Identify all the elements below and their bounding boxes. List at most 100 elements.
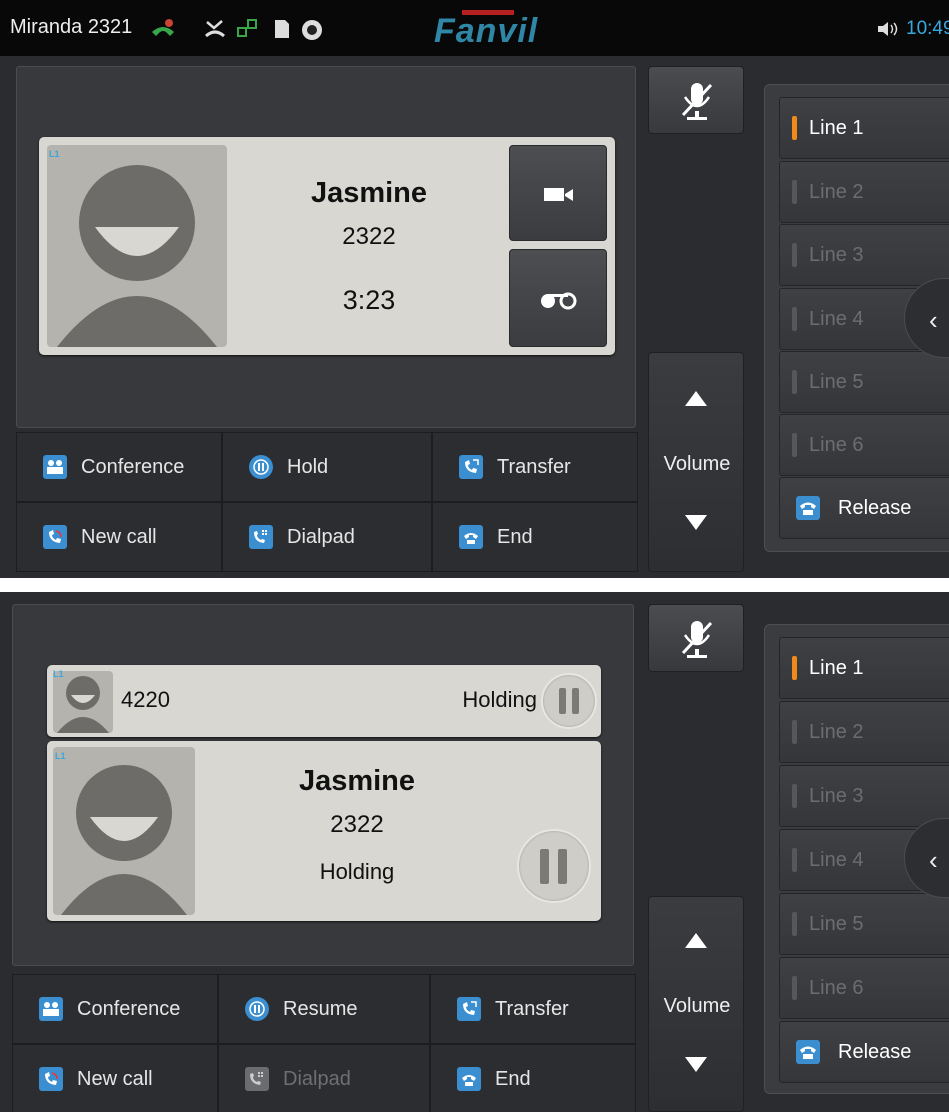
call-panel: L1 Jasmine 2322 3:23 [16, 66, 636, 428]
release-button[interactable]: Release [779, 477, 949, 539]
volume-up-button[interactable] [685, 933, 707, 948]
end-call-icon [457, 1067, 481, 1091]
caller-name: Jasmine [298, 765, 416, 797]
volume-label: Volume [663, 453, 731, 475]
line-indicator [792, 370, 797, 394]
line-2-key[interactable]: Line 2 [779, 161, 949, 223]
line-indicator [792, 307, 797, 331]
call-card[interactable]: L1 Jasmine 2322 3:23 [39, 137, 615, 355]
line-label: Line 1 [809, 116, 864, 139]
volume-down-button[interactable] [685, 515, 707, 530]
line-indicator [792, 180, 797, 204]
line-2-key[interactable]: Line 2 [779, 701, 949, 763]
new-call-button[interactable]: New call [12, 1044, 218, 1112]
hold-icon [249, 455, 273, 479]
line-6-key[interactable]: Line 6 [779, 414, 949, 476]
held-call-card[interactable]: L1 4220 Holding [47, 665, 601, 737]
microphone-muted-icon [681, 621, 713, 658]
line-label: Line 2 [809, 180, 864, 203]
caller-name: Jasmine [310, 177, 428, 209]
line-5-key[interactable]: Line 5 [779, 893, 949, 955]
conference-button[interactable]: Conference [12, 974, 218, 1044]
status-bar: Miranda 2321 Fanvil 10:49 [0, 0, 949, 56]
hold-button[interactable]: Hold [222, 432, 432, 502]
release-label: Release [838, 1040, 912, 1063]
voicemail-button[interactable] [509, 249, 607, 347]
end-call-button[interactable]: End [432, 502, 638, 572]
dialpad-button-disabled: Dialpad [218, 1044, 430, 1112]
speaker-status-icon [300, 18, 322, 40]
video-button[interactable] [509, 145, 607, 241]
line-5-key[interactable]: Line 5 [779, 351, 949, 413]
release-button[interactable]: Release [779, 1021, 949, 1083]
line-indicator [792, 720, 797, 744]
line-indicator [792, 912, 797, 936]
hold-label: Hold [287, 455, 329, 478]
line-1-key[interactable]: Line 1 [779, 637, 949, 699]
mute-button[interactable] [648, 604, 744, 672]
contact-avatar-icon [61, 765, 187, 915]
dialpad-button[interactable]: Dialpad [222, 502, 432, 572]
transfer-label: Transfer [495, 997, 569, 1020]
mute-button[interactable] [648, 66, 744, 134]
transfer-label: Transfer [497, 455, 571, 478]
dialpad-icon [249, 525, 273, 549]
chevron-left-icon: ‹ [929, 845, 938, 875]
line-indicator [792, 116, 797, 140]
call-panel: L1 4220 Holding L1 Jasmine 2322 Holding [12, 604, 634, 966]
volume-up-button[interactable] [685, 391, 707, 406]
clock: 10:49 [906, 18, 949, 39]
transfer-button[interactable]: Transfer [430, 974, 636, 1044]
line-label: Line 4 [809, 848, 864, 871]
line-3-key[interactable]: Line 3 [779, 224, 949, 286]
line-label: Line 3 [809, 243, 864, 266]
call-screen-active: Miranda 2321 Fanvil 10:49 L1 Jasmine 232… [0, 0, 949, 578]
new-call-label: New call [81, 525, 157, 548]
end-call-button[interactable]: End [430, 1044, 636, 1112]
new-call-button[interactable]: New call [16, 502, 222, 572]
network-icon [236, 18, 258, 40]
volume-control: Volume [648, 352, 744, 572]
end-call-icon [459, 525, 483, 549]
line-label: Line 5 [809, 912, 864, 935]
release-icon [796, 1040, 820, 1064]
dialpad-icon [245, 1067, 269, 1091]
line-indicator [792, 243, 797, 267]
conference-button[interactable]: Conference [16, 432, 222, 502]
transfer-button[interactable]: Transfer [432, 432, 638, 502]
conference-label: Conference [81, 455, 185, 478]
video-camera-icon [544, 188, 573, 201]
line-indicator [792, 433, 797, 457]
pause-icon [540, 848, 549, 884]
chevron-left-icon: ‹ [929, 305, 938, 335]
volume-down-button[interactable] [685, 1057, 707, 1072]
contact-avatar-icon [57, 165, 217, 347]
line-indicator [792, 848, 797, 872]
line-label: Line 6 [809, 433, 864, 456]
transfer-icon [459, 455, 483, 479]
main-call-card[interactable]: L1 Jasmine 2322 Holding [47, 741, 601, 921]
line-3-key[interactable]: Line 3 [779, 765, 949, 827]
call-forward-icon [150, 18, 174, 40]
conference-label: Conference [77, 997, 181, 1020]
resume-button[interactable]: Resume [218, 974, 430, 1044]
call-duration: 3:23 [342, 285, 396, 315]
resume-call-button[interactable] [517, 829, 591, 903]
call-status: Holding [319, 859, 395, 884]
line-indicator [792, 784, 797, 808]
line-label: Line 1 [809, 656, 864, 679]
line-label: Line 3 [809, 784, 864, 807]
held-call-status: Holding [462, 687, 537, 712]
conference-icon [39, 997, 63, 1021]
transfer-icon [457, 997, 481, 1021]
resume-held-button[interactable] [541, 673, 597, 729]
line-badge: L1 [53, 669, 64, 679]
line-label: Line 2 [809, 720, 864, 743]
line-6-key[interactable]: Line 6 [779, 957, 949, 1019]
avatar [53, 747, 195, 915]
line-1-key[interactable]: Line 1 [779, 97, 949, 159]
conference-icon [43, 455, 67, 479]
held-call-number: 4220 [121, 687, 170, 712]
line-indicator [792, 656, 797, 680]
volume-control: Volume [648, 896, 744, 1112]
